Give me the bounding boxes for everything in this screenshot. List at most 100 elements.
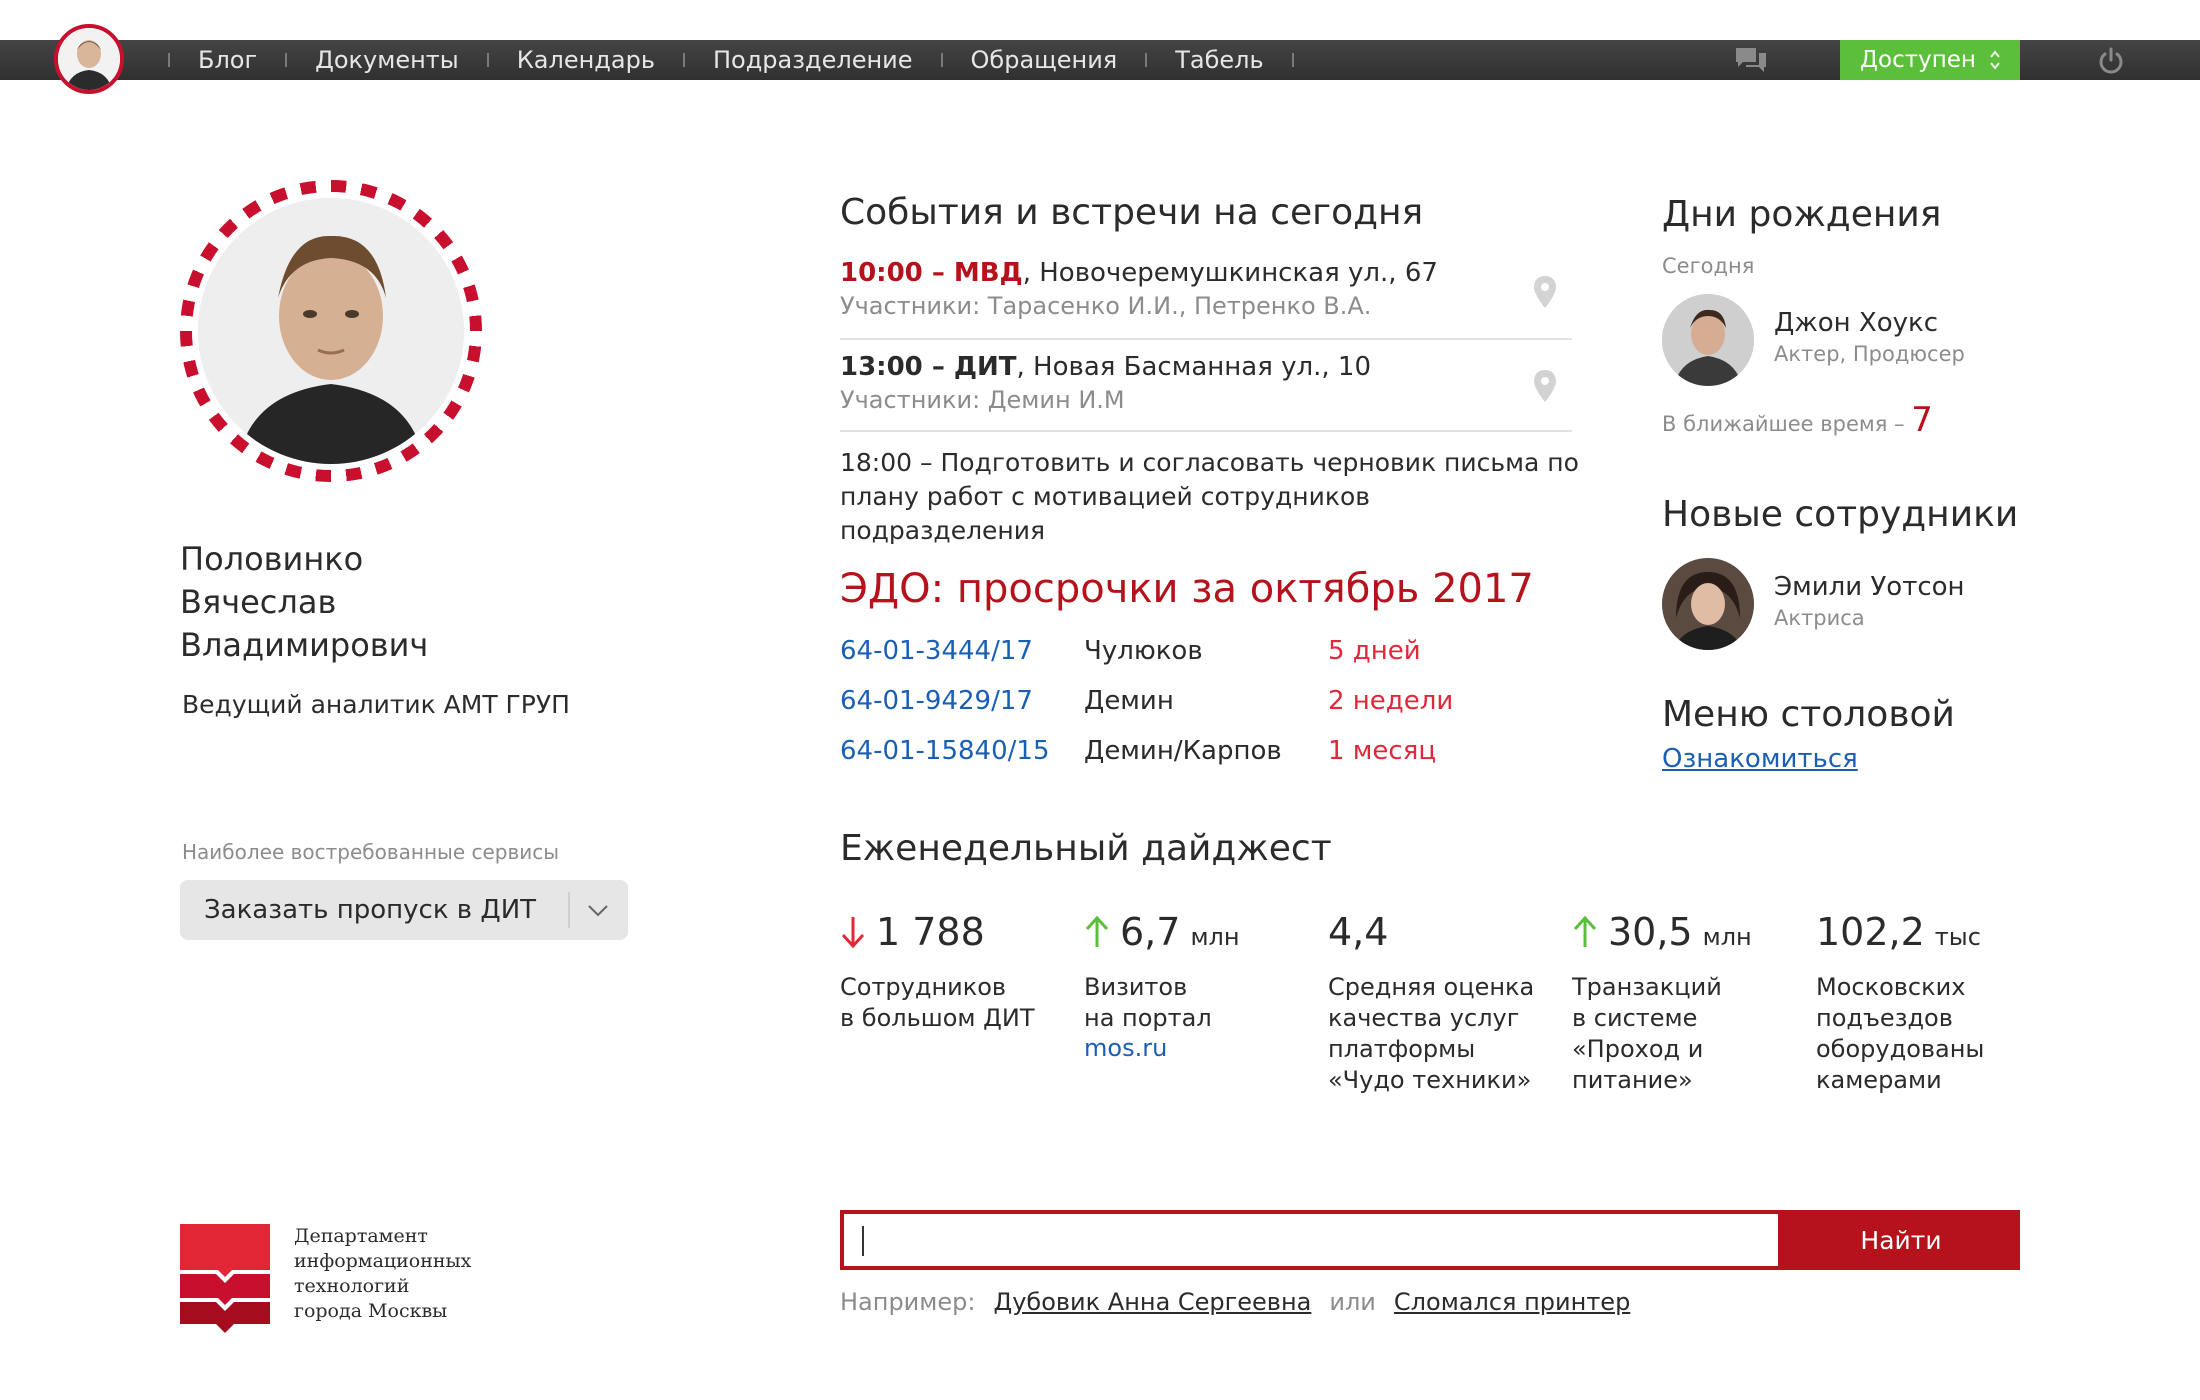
digest-label: Транзакций в системе «Проход и питание» <box>1572 973 1722 1094</box>
arrow-up-icon <box>1085 915 1109 947</box>
edo-delay: 1 месяц <box>1328 736 1437 766</box>
services-select[interactable]: Заказать пропуск в ДИТ <box>180 880 628 940</box>
edo-document-link[interactable]: 64-01-15840/15 <box>840 736 1050 766</box>
nav-item-blog[interactable]: Блог <box>198 46 257 74</box>
chevron-up-down-icon <box>1990 50 2000 70</box>
digest-item: 102,2 тыс Московских подъездов оборудова… <box>1816 910 2036 1096</box>
event-participants: Участники: Демин И.М <box>840 386 1125 414</box>
event-participants: Участники: Тарасенко И.И., Петренко В.А. <box>840 292 1372 320</box>
search-button[interactable]: Найти <box>1782 1210 2020 1270</box>
new-employee-avatar[interactable] <box>1662 558 1754 650</box>
profile-portrait-image <box>198 198 464 464</box>
services-label: Наиболее востребованные сервисы <box>182 840 560 864</box>
digest-label: Средняя оценка качества услуг платформы … <box>1328 973 1535 1094</box>
digest-title: Еженедельный дайджест <box>840 828 1332 869</box>
nav-separator <box>168 53 170 67</box>
chat-icon[interactable] <box>1734 46 1768 74</box>
task-item[interactable]: 18:00 – Подготовить и согласовать чернов… <box>840 446 1580 548</box>
event-item[interactable]: 10:00 – МВД, Новочеремушкинская ул., 67 … <box>840 258 1572 320</box>
nav-separator <box>682 53 685 67</box>
status-dropdown[interactable]: Доступен <box>1840 40 2020 80</box>
digest-unit: млн <box>1190 923 1240 951</box>
digest-value: 1 788 <box>876 910 985 954</box>
event-time: 13:00 – ДИТ <box>840 352 1017 382</box>
event-address: , Новочеремушкинская ул., 67 <box>1022 258 1438 288</box>
birthdays-upcoming-count: 7 <box>1911 400 1933 440</box>
arrow-up-icon <box>1573 915 1597 947</box>
birthdays-title: Дни рождения <box>1662 194 1942 235</box>
canteen-title: Меню столовой <box>1662 694 1955 735</box>
birthday-person-name[interactable]: Джон Хоукс <box>1774 308 1938 338</box>
nav-item-timesheet[interactable]: Табель <box>1175 46 1263 74</box>
digest-item: 30,5 млн Транзакций в системе «Проход и … <box>1572 910 1792 1096</box>
event-divider <box>840 338 1572 340</box>
digest-link[interactable]: mos.ru <box>1084 1034 1304 1062</box>
digest-value: 4,4 <box>1328 910 1389 954</box>
profile-photo-frame <box>192 192 470 470</box>
edo-person: Чулюков <box>1084 636 1203 666</box>
profile-photo[interactable] <box>180 180 482 482</box>
birthday-person-photo <box>1662 294 1754 386</box>
profile-photo-image <box>198 198 464 464</box>
event-item[interactable]: 13:00 – ДИТ, Новая Басманная ул., 10 Уча… <box>840 352 1572 414</box>
new-employee-role: Актриса <box>1774 606 1865 630</box>
digest-item: 4,4 Средняя оценка качества услуг платфо… <box>1328 910 1548 1096</box>
search-example-link[interactable]: Дубовик Анна Сергеевна <box>993 1288 1311 1316</box>
nav-separator <box>285 53 288 67</box>
edo-delay: 5 дней <box>1328 636 1421 666</box>
events-title: События и встречи на сегодня <box>840 192 1424 233</box>
power-icon[interactable] <box>2096 46 2126 76</box>
event-time: 10:00 – МВД <box>840 258 1023 288</box>
map-pin-icon[interactable] <box>1532 274 1558 310</box>
nav-item-calendar[interactable]: Календарь <box>517 46 655 74</box>
edo-document-link[interactable]: 64-01-9429/17 <box>840 686 1033 716</box>
edo-delay: 2 недели <box>1328 686 1454 716</box>
canteen-menu-link[interactable]: Ознакомиться <box>1662 744 1858 774</box>
search-example-or: или <box>1329 1288 1376 1316</box>
search-example-link[interactable]: Сломался принтер <box>1394 1288 1630 1316</box>
digest-value: 30,5 <box>1608 910 1693 954</box>
birthdays-today-label: Сегодня <box>1662 254 1755 278</box>
digest-value-row: 4,4 <box>1328 910 1548 954</box>
map-pin-icon[interactable] <box>1532 368 1558 404</box>
birthdays-upcoming[interactable]: В ближайшее время – 7 <box>1662 400 1933 440</box>
status-label: Доступен <box>1860 47 1976 73</box>
profile-full-name: Половинко Вячеслав Владимирович <box>180 540 429 664</box>
event-header: 10:00 – МВД, Новочеремушкинская ул., 67 <box>840 258 1572 288</box>
digest-value-row: 30,5 млн <box>1572 910 1792 954</box>
event-divider <box>840 430 1572 432</box>
search-example-label: Например: <box>840 1288 976 1316</box>
chevron-down-icon <box>588 905 608 917</box>
search-examples: Например: Дубовик Анна Сергеевна или Сломал… <box>840 1288 1630 1316</box>
nav-separator <box>486 53 489 67</box>
profile-position: Ведущий аналитик АМТ ГРУП <box>182 690 570 719</box>
user-avatar-image <box>58 28 120 90</box>
digest-unit: млн <box>1702 923 1752 951</box>
digest-item: 1 788 Сотрудников в большом ДИТ <box>840 910 1060 1034</box>
new-employee-name[interactable]: Эмили Уотсон <box>1774 572 1965 602</box>
select-divider <box>568 892 570 928</box>
arrow-down-icon <box>841 917 865 949</box>
nav-separator <box>1145 53 1148 67</box>
digest-value: 102,2 <box>1816 910 1925 954</box>
digest-unit: тыс <box>1934 923 1981 951</box>
department-logo-icon[interactable] <box>180 1224 270 1334</box>
edo-person: Демин/Карпов <box>1084 736 1282 766</box>
birthdays-upcoming-label: В ближайшее время – <box>1662 412 1905 436</box>
main-nav: Блог Документы Календарь Подразделение О… <box>168 40 1322 80</box>
user-avatar[interactable] <box>54 24 124 94</box>
nav-item-requests[interactable]: Обращения <box>971 46 1118 74</box>
nav-item-department[interactable]: Подразделение <box>713 46 913 74</box>
search-box[interactable] <box>840 1210 1782 1270</box>
nav-separator <box>940 53 943 67</box>
nav-item-documents[interactable]: Документы <box>315 46 459 74</box>
edo-person: Демин <box>1084 686 1174 716</box>
digest-value-row: 6,7 млн <box>1084 910 1304 954</box>
services-selected-value: Заказать пропуск в ДИТ <box>204 895 537 925</box>
birthday-person-avatar[interactable] <box>1662 294 1754 386</box>
search-input[interactable] <box>844 1214 1778 1266</box>
nav-separator <box>1291 53 1294 67</box>
new-employee-photo <box>1662 558 1754 650</box>
digest-label: Сотрудников в большом ДИТ <box>840 973 1035 1032</box>
edo-document-link[interactable]: 64-01-3444/17 <box>840 636 1033 666</box>
